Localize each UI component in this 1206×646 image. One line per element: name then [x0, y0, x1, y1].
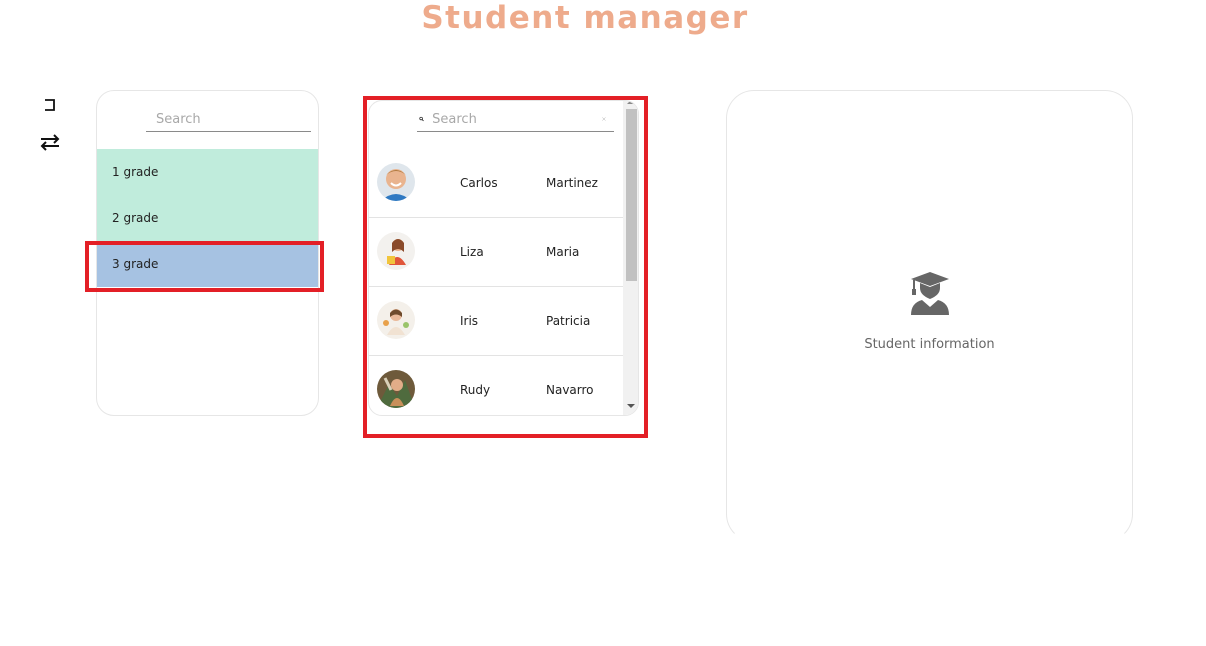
enter-icon[interactable] [38, 95, 62, 115]
student-avatar [377, 163, 415, 201]
scroll-down-arrow-icon[interactable] [627, 404, 635, 408]
grade-item-3[interactable]: 3 grade [97, 241, 318, 287]
student-first-name: Liza [460, 245, 484, 259]
scroll-thumb[interactable] [626, 109, 637, 281]
student-last-name: Navarro [546, 383, 594, 397]
student-row[interactable]: Iris Patricia [369, 287, 623, 356]
student-last-name: Patricia [546, 314, 591, 328]
student-info-panel: Student information [726, 90, 1133, 542]
grade-search-field[interactable] [146, 107, 318, 132]
student-search-field[interactable] [417, 107, 614, 132]
grade-search-input[interactable] [156, 111, 318, 127]
student-row[interactable]: Liza Maria [369, 218, 623, 287]
student-row[interactable]: Rudy Navarro [369, 356, 623, 415]
student-first-name: Rudy [460, 383, 491, 397]
student-first-name: Carlos [460, 176, 498, 190]
scroll-up-arrow-icon[interactable] [627, 101, 635, 104]
student-last-name: Martinez [546, 176, 598, 190]
student-graduate-icon [911, 272, 949, 315]
student-first-name: Iris [460, 314, 479, 328]
student-avatar [377, 232, 415, 270]
student-avatar [377, 301, 415, 339]
page-title: Student manager [421, 0, 749, 36]
student-list-scrollbar[interactable] [623, 101, 638, 415]
student-avatar [377, 370, 415, 408]
swap-icon[interactable] [38, 132, 62, 152]
student-last-name: Maria [546, 245, 580, 259]
student-search-input[interactable] [432, 111, 603, 127]
clear-icon[interactable] [602, 113, 606, 125]
student-row[interactable]: Carlos Martinez [369, 149, 623, 218]
grade-item-1[interactable]: 1 grade [97, 149, 318, 195]
search-icon [419, 116, 424, 122]
students-panel: Carlos Martinez Liza Maria Iris Patricia… [368, 100, 639, 416]
student-info-label: Student information [864, 337, 995, 352]
grades-panel: 1 grade 2 grade 3 grade [96, 90, 319, 416]
grade-item-2[interactable]: 2 grade [97, 195, 318, 241]
